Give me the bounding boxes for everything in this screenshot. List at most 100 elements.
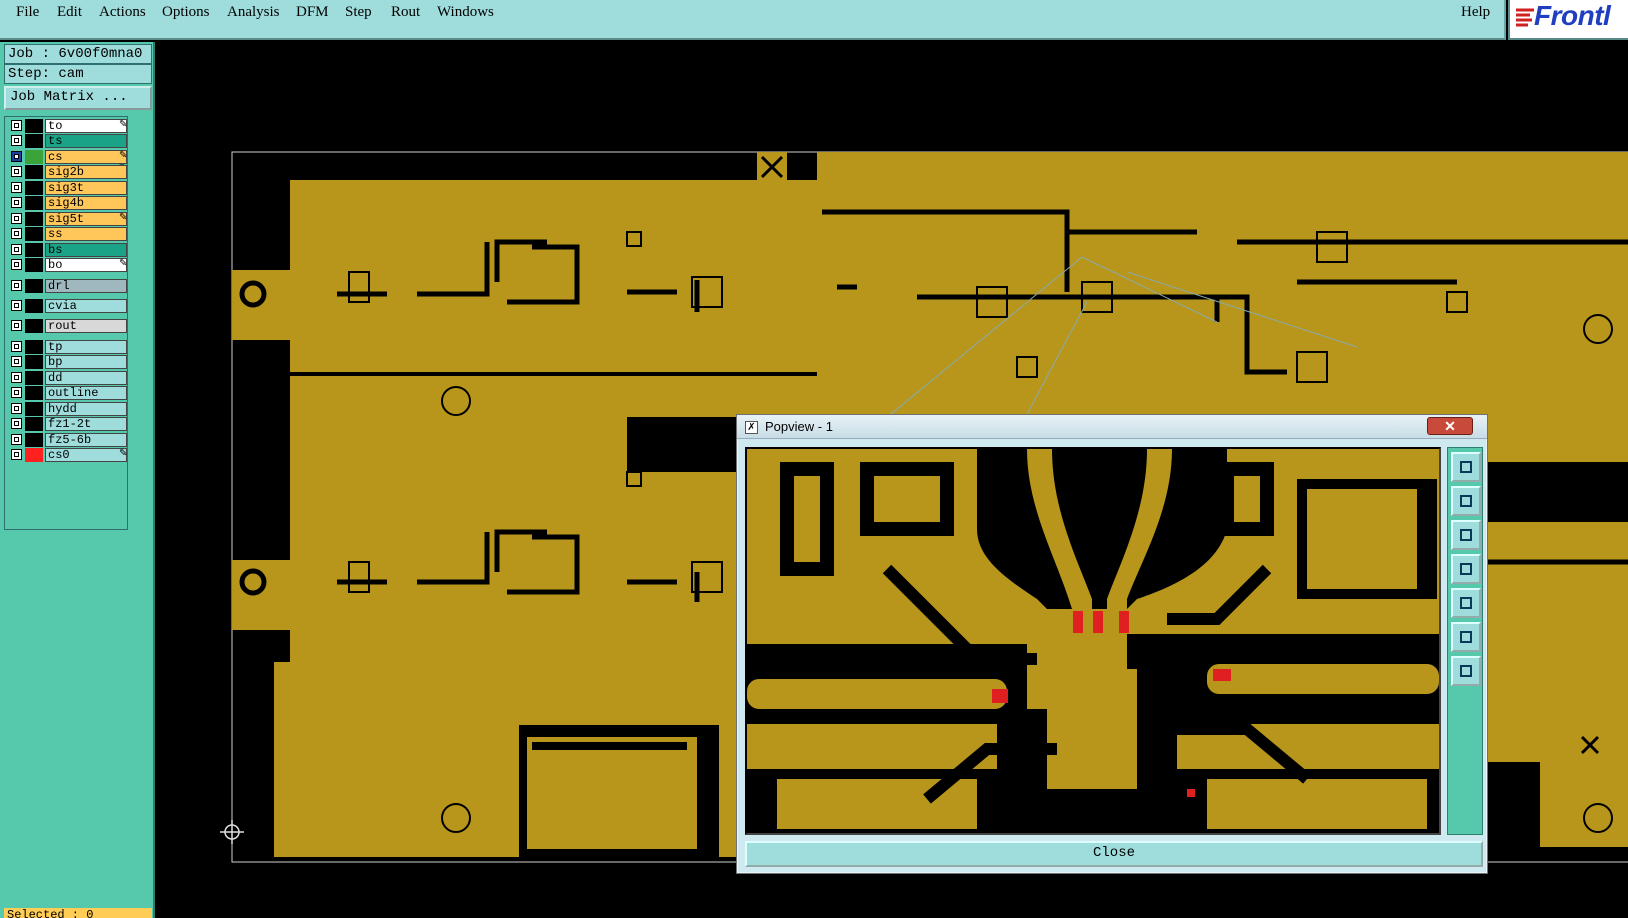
layer-row-tp[interactable]: tp <box>9 340 127 354</box>
layer-row-cs[interactable]: cs✎ ≡ <box>9 150 127 172</box>
layer-row-dd[interactable]: dd <box>9 371 127 385</box>
zoom-fit-button[interactable] <box>1451 622 1481 652</box>
layer-color-swatch[interactable] <box>25 134 43 148</box>
layer-checkbox[interactable] <box>11 403 22 414</box>
menu-rout[interactable]: Rout <box>391 4 420 21</box>
layer-name[interactable]: tp <box>45 340 127 354</box>
layer-checkbox[interactable] <box>11 182 22 193</box>
layer-name[interactable]: fz1-2t <box>45 417 127 431</box>
layer-row-cs0[interactable]: cs0 ✎ <box>9 448 127 462</box>
layer-color-swatch[interactable] <box>25 433 43 447</box>
layer-row-fz1-2t[interactable]: fz1-2t <box>9 417 127 431</box>
layer-row-to[interactable]: to ✎ <box>9 119 127 133</box>
layer-color-swatch[interactable] <box>25 119 43 133</box>
layer-name[interactable]: sig2b <box>45 165 127 179</box>
layer-row-hydd[interactable]: hydd <box>9 402 127 416</box>
layer-name[interactable]: bs <box>45 243 127 257</box>
layer-name[interactable]: bo <box>45 258 127 272</box>
layer-name[interactable]: outline <box>45 386 127 400</box>
close-button[interactable]: Close <box>745 841 1483 867</box>
layer-color-swatch[interactable] <box>25 165 43 179</box>
layer-name[interactable]: cs0 <box>45 448 127 462</box>
pan-down-button[interactable] <box>1451 520 1481 550</box>
menu-help[interactable]: Help <box>1461 4 1490 21</box>
pan-up-button[interactable] <box>1451 486 1481 516</box>
layer-color-swatch[interactable] <box>25 279 43 293</box>
layer-name[interactable]: hydd <box>45 402 127 416</box>
layer-color-swatch[interactable] <box>25 196 43 210</box>
job-matrix-button[interactable]: Job Matrix ... <box>4 86 152 110</box>
layer-color-swatch[interactable] <box>25 212 43 226</box>
layer-checkbox[interactable] <box>11 151 22 162</box>
layer-checkbox[interactable] <box>11 197 22 208</box>
layer-name[interactable]: ss <box>45 227 127 241</box>
menu-file[interactable]: File <box>16 4 39 21</box>
layer-checkbox[interactable] <box>11 449 22 460</box>
layer-row-ss[interactable]: ss <box>9 227 127 241</box>
popview-titlebar[interactable]: ✗ Popview - 1 ✕ <box>737 415 1487 439</box>
layer-name[interactable]: bp <box>45 355 127 369</box>
layer-name[interactable]: to <box>45 119 127 133</box>
layer-checkbox[interactable] <box>11 341 22 352</box>
layer-checkbox[interactable] <box>11 166 22 177</box>
layer-checkbox[interactable] <box>11 418 22 429</box>
layer-checkbox[interactable] <box>11 356 22 367</box>
layer-color-swatch[interactable] <box>25 355 43 369</box>
layer-row-bo[interactable]: bo ✎ <box>9 258 127 272</box>
menu-options[interactable]: Options <box>162 4 210 21</box>
layer-row-outline[interactable]: outline <box>9 386 127 400</box>
layer-checkbox[interactable] <box>11 244 22 255</box>
layer-color-swatch[interactable] <box>25 299 43 313</box>
layer-checkbox[interactable] <box>11 387 22 398</box>
layer-name[interactable]: rout <box>45 319 127 333</box>
layer-name[interactable]: sig4b <box>45 196 127 210</box>
zoom-home-button[interactable] <box>1451 656 1481 686</box>
layer-color-swatch[interactable] <box>25 402 43 416</box>
pan-right-button[interactable] <box>1451 588 1481 618</box>
layer-color-swatch[interactable] <box>25 386 43 400</box>
layer-color-swatch[interactable] <box>25 150 43 164</box>
layer-name[interactable]: cs <box>45 150 127 164</box>
layer-checkbox[interactable] <box>11 372 22 383</box>
layer-name[interactable]: sig3t <box>45 181 127 195</box>
layer-name[interactable]: cvia <box>45 299 127 313</box>
menu-dfm[interactable]: DFM <box>296 4 329 21</box>
layer-name[interactable]: drl <box>45 279 127 293</box>
layer-row-bs[interactable]: bs <box>9 243 127 257</box>
layer-color-swatch[interactable] <box>25 319 43 333</box>
layer-row-cvia[interactable]: cvia <box>9 299 127 313</box>
menu-step[interactable]: Step <box>345 4 372 21</box>
layer-name[interactable]: fz5-6b <box>45 433 127 447</box>
layer-checkbox[interactable] <box>11 280 22 291</box>
layer-checkbox[interactable] <box>11 259 22 270</box>
layer-color-swatch[interactable] <box>25 258 43 272</box>
layer-checkbox[interactable] <box>11 320 22 331</box>
layer-row-rout[interactable]: rout <box>9 319 127 333</box>
menu-edit[interactable]: Edit <box>57 4 82 21</box>
layer-color-swatch[interactable] <box>25 181 43 195</box>
menu-windows[interactable]: Windows <box>437 4 494 21</box>
layer-row-drl[interactable]: drl <box>9 279 127 293</box>
layer-color-swatch[interactable] <box>25 371 43 385</box>
layer-row-sig5t[interactable]: sig5t ✎ <box>9 212 127 226</box>
menu-analysis[interactable]: Analysis <box>227 4 280 21</box>
layer-checkbox[interactable] <box>11 300 22 311</box>
layer-name[interactable]: dd <box>45 371 127 385</box>
pan-left-button[interactable] <box>1451 554 1481 584</box>
layer-name[interactable]: sig5t <box>45 212 127 226</box>
layer-checkbox[interactable] <box>11 135 22 146</box>
layer-checkbox[interactable] <box>11 434 22 445</box>
window-close-button[interactable]: ✕ <box>1427 417 1473 435</box>
layer-row-bp[interactable]: bp <box>9 355 127 369</box>
layer-row-ts[interactable]: ts <box>9 134 127 148</box>
menu-actions[interactable]: Actions <box>99 4 146 21</box>
layer-color-swatch[interactable] <box>25 417 43 431</box>
layer-row-sig2b[interactable]: sig2b <box>9 165 127 179</box>
layer-color-swatch[interactable] <box>25 340 43 354</box>
layer-color-swatch[interactable] <box>25 448 43 462</box>
layer-checkbox[interactable] <box>11 120 22 131</box>
layer-color-swatch[interactable] <box>25 227 43 241</box>
popview-zoom-view[interactable] <box>745 447 1441 835</box>
layer-row-fz5-6b[interactable]: fz5-6b <box>9 433 127 447</box>
layer-row-sig3t[interactable]: sig3t <box>9 181 127 195</box>
